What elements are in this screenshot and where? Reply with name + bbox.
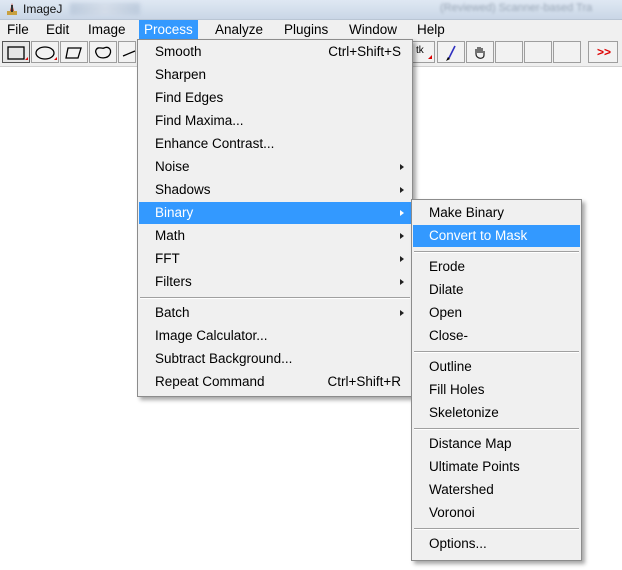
process-item-subtract-background[interactable]: Subtract Background... [139,348,411,370]
menu-plugins[interactable]: Plugins [279,20,333,40]
blurred-title-icons [70,3,140,15]
oval-icon [35,46,57,60]
text-tool[interactable]: tk [411,41,435,63]
title-bar: ImageJ (Reviewed) Scanner-based Tra [0,0,622,20]
menu-help[interactable]: Help [412,20,450,40]
process-item-smooth[interactable]: Smooth Ctrl+Shift+S [139,41,411,63]
menu-separator [414,251,579,253]
line-icon [122,50,136,57]
blurred-window-caption: (Reviewed) Scanner-based Tra [440,2,593,14]
menu-separator [414,351,579,353]
process-item-fft[interactable]: FFT [139,248,411,270]
menu-image[interactable]: Image [83,20,131,40]
menu-file[interactable]: File [2,20,34,40]
menu-edit[interactable]: Edit [41,20,74,40]
binary-item-ultimate-points[interactable]: Ultimate Points [413,456,580,478]
process-item-filters[interactable]: Filters [139,271,411,293]
menu-process[interactable]: Process [139,20,198,40]
binary-item-fill-holes[interactable]: Fill Holes [413,379,580,401]
freehand-tool[interactable] [89,41,117,63]
menu-separator [414,528,579,530]
more-tools-label: >> [597,45,612,59]
process-item-find-maxima[interactable]: Find Maxima... [139,110,411,132]
polygon-tool[interactable] [60,41,88,63]
hand-icon [475,47,485,59]
binary-submenu: Make Binary Convert to Mask Erode Dilate… [411,199,582,561]
empty-tool-slot-1[interactable] [495,41,523,63]
process-item-sharpen[interactable]: Sharpen [139,64,411,86]
rectangle-tool[interactable] [2,41,30,63]
dropdown-marker-icon [428,55,432,59]
binary-item-voronoi[interactable]: Voronoi [413,502,580,524]
submenu-arrow-icon [400,164,404,170]
submenu-arrow-icon [400,187,404,193]
binary-item-erode[interactable]: Erode [413,256,580,278]
binary-item-convert-to-mask[interactable]: Convert to Mask [413,225,580,247]
imagej-app-icon [7,3,17,15]
brush-tool[interactable] [437,41,465,63]
submenu-arrow-icon [400,279,404,285]
binary-item-outline[interactable]: Outline [413,356,580,378]
repeat-command-shortcut: Ctrl+Shift+R [327,374,401,389]
process-menu: Smooth Ctrl+Shift+S Sharpen Find Edges F… [137,39,413,397]
process-item-image-calculator[interactable]: Image Calculator... [139,325,411,347]
process-item-batch[interactable]: Batch [139,302,411,324]
process-item-shadows[interactable]: Shadows [139,179,411,201]
binary-item-dilate[interactable]: Dilate [413,279,580,301]
binary-item-watershed[interactable]: Watershed [413,479,580,501]
empty-tool-slot-2[interactable] [524,41,552,63]
smooth-shortcut: Ctrl+Shift+S [328,44,401,59]
menu-analyze[interactable]: Analyze [210,20,268,40]
submenu-arrow-icon [400,310,404,316]
process-item-math[interactable]: Math [139,225,411,247]
polygon-icon [65,47,82,59]
hand-tool[interactable] [466,41,494,63]
menu-window[interactable]: Window [344,20,402,40]
process-item-enhance-contrast[interactable]: Enhance Contrast... [139,133,411,155]
empty-tool-slot-3[interactable] [553,41,581,63]
binary-item-close[interactable]: Close- [413,325,580,347]
more-tools-button[interactable]: >> [588,41,618,63]
menu-separator [414,428,579,430]
rectangle-icon [7,46,28,60]
binary-item-options[interactable]: Options... [413,533,580,555]
binary-item-open[interactable]: Open [413,302,580,324]
submenu-arrow-icon [400,256,404,262]
brush-icon [446,45,456,61]
process-item-noise[interactable]: Noise [139,156,411,178]
line-tool[interactable] [118,41,136,63]
submenu-arrow-icon [400,210,404,216]
binary-item-skeletonize[interactable]: Skeletonize [413,402,580,424]
process-item-repeat-command[interactable]: Repeat Command Ctrl+Shift+R [139,371,411,393]
menu-bar: File Edit Image Process Analyze Plugins … [0,20,622,40]
binary-item-distance-map[interactable]: Distance Map [413,433,580,455]
submenu-arrow-icon [400,233,404,239]
menu-separator [140,297,410,299]
process-item-binary[interactable]: Binary [139,202,411,224]
oval-tool[interactable] [31,41,59,63]
process-item-find-edges[interactable]: Find Edges [139,87,411,109]
window-title: ImageJ [23,2,63,16]
binary-item-make-binary[interactable]: Make Binary [413,202,580,224]
freehand-icon [94,46,112,59]
